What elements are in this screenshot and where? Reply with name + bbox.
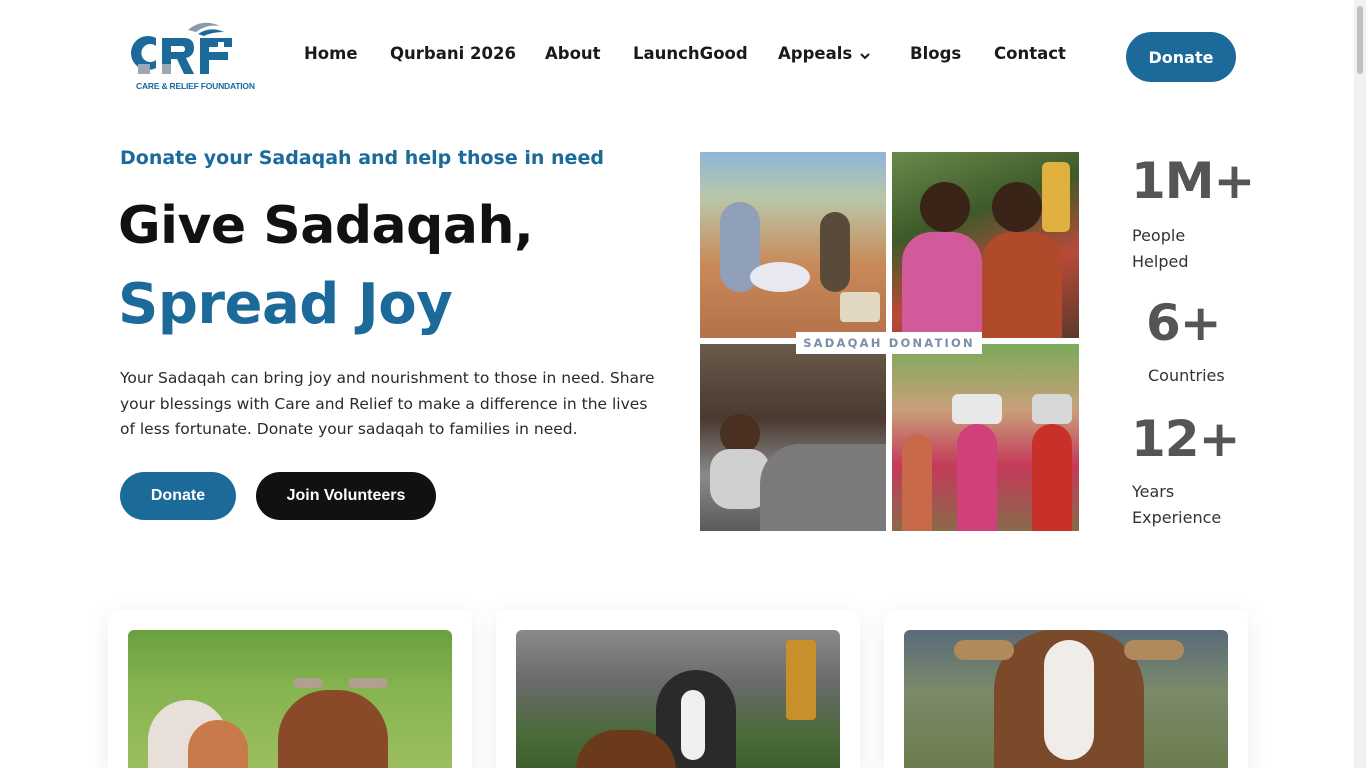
stat-people-label: People Helped bbox=[1132, 223, 1188, 274]
nav-appeals-label: Appeals bbox=[778, 44, 853, 63]
stat-people-label-line1: People bbox=[1132, 226, 1186, 245]
crf-logo[interactable]: CARE & RELIEF FOUNDATION bbox=[126, 20, 255, 94]
collage-label: SADAQAH DONATION bbox=[796, 332, 982, 354]
photo-child-with-blankets bbox=[700, 344, 886, 531]
appeal-card[interactable] bbox=[496, 610, 860, 768]
site-header: CARE & RELIEF FOUNDATION Home Qurbani 20… bbox=[0, 0, 1354, 112]
nav-contact[interactable]: Contact bbox=[994, 44, 1066, 63]
card-image-goat bbox=[516, 630, 840, 768]
stat-countries-value: 6+ bbox=[1146, 294, 1222, 352]
stat-years-label: Years Experience bbox=[1132, 479, 1221, 530]
stat-years-value: 12+ bbox=[1131, 410, 1240, 468]
nav-about[interactable]: About bbox=[545, 44, 601, 63]
crf-logo-mark bbox=[131, 22, 232, 74]
hero-title-line1: Give Sadaqah, bbox=[118, 196, 534, 256]
nav-launchgood[interactable]: LaunchGood bbox=[633, 44, 748, 63]
logo-caption: CARE & RELIEF FOUNDATION bbox=[136, 81, 255, 91]
card-image-goat-closeup bbox=[904, 630, 1228, 768]
sadaqah-photo-collage: SADAQAH DONATION bbox=[700, 152, 1079, 531]
photo-women-carrying-aid bbox=[892, 344, 1079, 531]
card-image-goats bbox=[128, 630, 452, 768]
chevron-down-icon bbox=[860, 45, 870, 64]
appeal-card[interactable] bbox=[108, 610, 472, 768]
header-donate-button[interactable]: Donate bbox=[1126, 32, 1236, 82]
nav-qurbani-2026[interactable]: Qurbani 2026 bbox=[390, 44, 516, 63]
hero-subtitle: Donate your Sadaqah and help those in ne… bbox=[120, 147, 604, 169]
photo-food-distribution bbox=[700, 152, 886, 338]
photo-smiling-children bbox=[892, 152, 1079, 338]
stat-years-label-line1: Years bbox=[1132, 482, 1175, 501]
hero-donate-button[interactable]: Donate bbox=[120, 472, 236, 520]
page-scrollbar[interactable] bbox=[1354, 0, 1366, 768]
nav-appeals[interactable]: Appeals bbox=[778, 44, 870, 64]
appeal-card[interactable] bbox=[884, 610, 1248, 768]
hero-title-line2: Spread Joy bbox=[118, 272, 453, 337]
stat-years-label-line2: Experience bbox=[1132, 507, 1222, 527]
nav-home[interactable]: Home bbox=[304, 44, 358, 63]
scrollbar-thumb[interactable] bbox=[1357, 6, 1363, 74]
join-volunteers-button[interactable]: Join Volunteers bbox=[256, 472, 436, 520]
stat-countries-label: Countries bbox=[1148, 366, 1225, 385]
stat-people-label-line2: Helped bbox=[1132, 251, 1189, 271]
nav-blogs[interactable]: Blogs bbox=[910, 44, 961, 63]
hero-description: Your Sadaqah can bring joy and nourishme… bbox=[120, 369, 655, 438]
stat-people-value: 1M+ bbox=[1131, 152, 1255, 210]
